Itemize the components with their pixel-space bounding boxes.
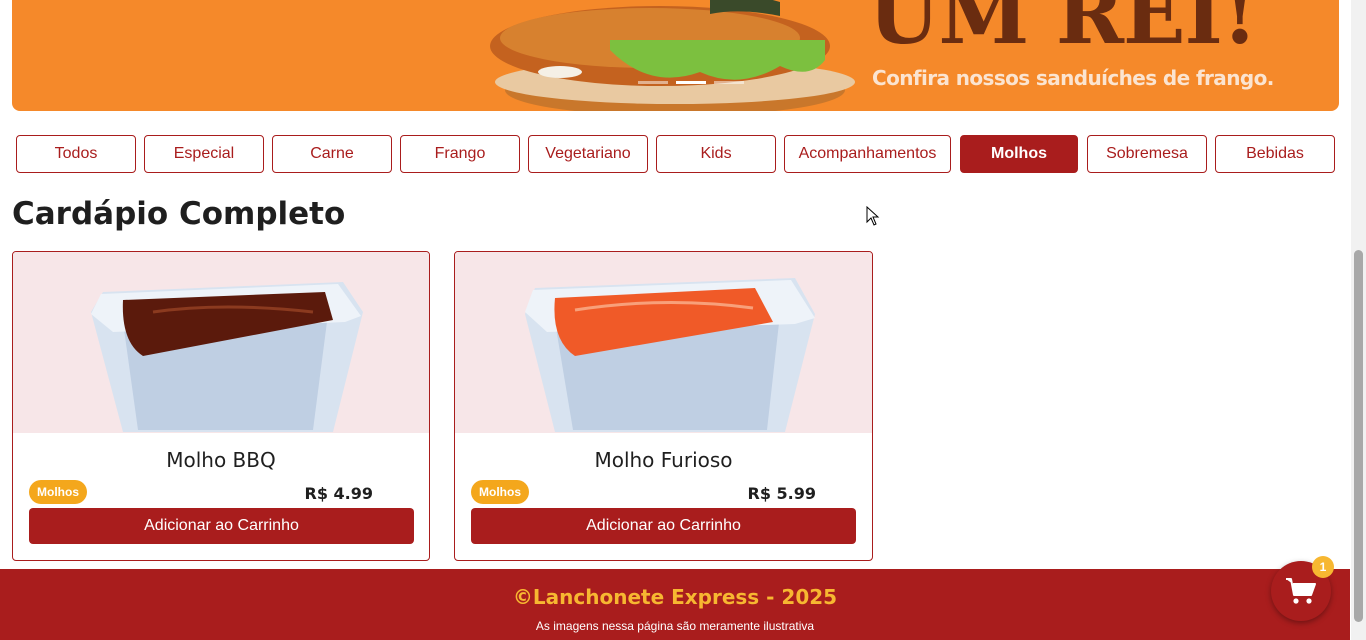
carousel-dot[interactable]	[638, 81, 668, 84]
filter-todos[interactable]: Todos	[16, 135, 136, 173]
footer-copyright: ©Lanchonete Express - 2025	[512, 585, 838, 609]
filter-especial[interactable]: Especial	[144, 135, 264, 173]
category-badge: Molhos	[471, 480, 529, 504]
product-name: Molho Furioso	[594, 448, 733, 472]
page-title: Cardápio Completo	[12, 196, 346, 232]
footer: ©Lanchonete Express - 2025 As imagens ne…	[0, 569, 1350, 640]
category-badge: Molhos	[29, 480, 87, 504]
product-card: Molho Furioso Molhos R$ 5.99 Adicionar a…	[454, 251, 873, 561]
sauce-cup-image	[91, 282, 363, 432]
product-name: Molho BBQ	[166, 448, 276, 472]
filter-frango[interactable]: Frango	[400, 135, 520, 173]
chicken-burger-image	[490, 0, 855, 111]
hero-banner[interactable]: UM REI! Confira nossos sanduíches de fra…	[12, 0, 1339, 111]
banner-headline: UM REI!	[868, 0, 1258, 63]
add-to-cart-button[interactable]: Adicionar ao Carrinho	[29, 508, 414, 544]
filter-acompanhamentos[interactable]: Acompanhamentos	[784, 135, 951, 173]
vertical-scrollbar[interactable]	[1351, 0, 1366, 640]
footer-note: As imagens nessa página são meramente il…	[535, 619, 815, 633]
filter-vegetariano[interactable]: Vegetariano	[528, 135, 648, 173]
sauce-cup-image	[525, 278, 815, 432]
product-price: R$ 4.99	[304, 484, 374, 503]
cart-count-badge: 1	[1312, 556, 1334, 578]
carousel-dot-active[interactable]	[676, 81, 706, 84]
filter-carne[interactable]: Carne	[272, 135, 392, 173]
carousel-dot[interactable]	[714, 81, 744, 84]
add-to-cart-button[interactable]: Adicionar ao Carrinho	[471, 508, 856, 544]
filter-kids[interactable]: Kids	[656, 135, 776, 173]
product-card: Molho BBQ Molhos R$ 4.99 Adicionar ao Ca…	[12, 251, 430, 561]
filter-bebidas[interactable]: Bebidas	[1215, 135, 1335, 173]
scrollbar-thumb[interactable]	[1354, 250, 1363, 622]
banner-subtitle: Confira nossos sanduíches de frango.	[872, 66, 1274, 90]
mouse-cursor-icon	[866, 206, 880, 226]
carousel-indicators	[638, 81, 744, 84]
category-filters: Todos Especial Carne Frango Vegetariano …	[16, 135, 1336, 173]
product-price: R$ 5.99	[747, 484, 817, 503]
filter-sobremesa[interactable]: Sobremesa	[1087, 135, 1207, 173]
product-image	[455, 252, 872, 433]
product-image	[13, 252, 429, 433]
cart-icon	[1286, 578, 1316, 604]
filter-molhos[interactable]: Molhos	[960, 135, 1078, 173]
